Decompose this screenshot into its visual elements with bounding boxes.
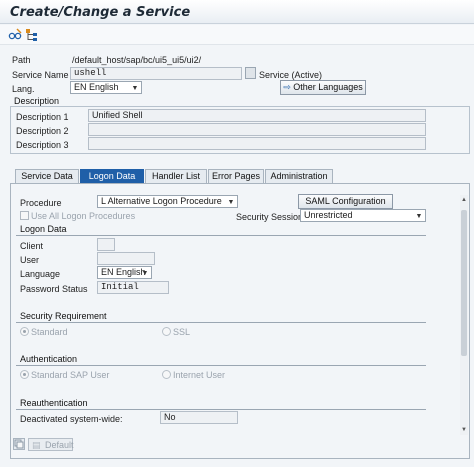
authentication-header: Authentication bbox=[20, 354, 78, 364]
logon-data-header: Logon Data bbox=[20, 224, 67, 234]
password-status-label: Password Status bbox=[20, 284, 88, 294]
path-label: Path bbox=[12, 55, 31, 65]
service-name-field[interactable]: ushell bbox=[70, 67, 242, 80]
user-label: User bbox=[20, 255, 40, 265]
language-select-value: EN English bbox=[101, 267, 146, 277]
deactivated-system-wide-field: No bbox=[160, 411, 238, 424]
description-3-field[interactable] bbox=[88, 137, 426, 150]
chevron-down-icon: ▼ bbox=[131, 85, 139, 92]
arrow-right-icon: ⇨ bbox=[283, 82, 291, 92]
tab-administration[interactable]: Administration bbox=[265, 169, 333, 183]
chevron-down-icon: ▼ bbox=[415, 213, 423, 220]
copy-icon[interactable] bbox=[13, 438, 25, 450]
security-session-label: Security Session: bbox=[236, 212, 306, 222]
chevron-down-icon: ▼ bbox=[227, 199, 235, 206]
window-title: Create/Change a Service bbox=[10, 5, 191, 20]
toolbar bbox=[0, 25, 474, 45]
client-field[interactable] bbox=[97, 238, 115, 251]
standard-radio-label: Standard bbox=[31, 327, 68, 337]
standard-radio[interactable] bbox=[20, 327, 29, 336]
tab-error-pages[interactable]: Error Pages bbox=[208, 169, 264, 183]
chevron-down-icon: ▼ bbox=[141, 270, 149, 277]
lang-select[interactable]: EN English ▼ bbox=[70, 81, 142, 94]
security-session-select[interactable]: Unrestricted ▼ bbox=[300, 209, 426, 222]
tab-service-data[interactable]: Service Data bbox=[15, 169, 79, 183]
deactivated-system-wide-label: Deactivated system-wide: bbox=[20, 414, 123, 424]
search-help-icon[interactable] bbox=[245, 67, 256, 79]
document-icon: ▤ bbox=[32, 440, 41, 450]
security-session-select-value: Unrestricted bbox=[304, 210, 353, 220]
service-status: Service (Active) bbox=[259, 70, 323, 80]
procedure-select-value: L Alternative Logon Procedure bbox=[101, 196, 222, 206]
description-3-label: Description 3 bbox=[16, 140, 69, 150]
ssl-radio[interactable] bbox=[162, 327, 171, 336]
client-label: Client bbox=[20, 241, 44, 251]
use-all-logon-procedures-label: Use All Logon Procedures bbox=[31, 211, 136, 221]
internet-user-label: Internet User bbox=[173, 370, 226, 380]
description-2-label: Description 2 bbox=[16, 126, 69, 136]
ssl-radio-label: SSL bbox=[173, 327, 191, 337]
standard-sap-user-radio[interactable] bbox=[20, 370, 29, 379]
hierarchy-icon[interactable] bbox=[25, 28, 39, 42]
lang-select-value: EN English bbox=[74, 82, 119, 92]
procedure-label: Procedure bbox=[20, 198, 62, 208]
security-requirement-divider bbox=[16, 322, 426, 323]
lang-label: Lang. bbox=[12, 84, 35, 94]
tab-handler-list[interactable]: Handler List bbox=[145, 169, 207, 183]
reauthentication-divider bbox=[16, 409, 426, 410]
description-1-label: Description 1 bbox=[16, 112, 69, 122]
scrollbar-thumb[interactable] bbox=[461, 210, 467, 356]
password-status-field: Initial bbox=[97, 281, 169, 294]
scroll-down-icon[interactable]: ▼ bbox=[461, 426, 467, 434]
default-button[interactable]: ▤ Default bbox=[28, 438, 74, 451]
scroll-up-icon[interactable]: ▲ bbox=[461, 196, 467, 204]
security-requirement-header: Security Requirement bbox=[20, 311, 107, 321]
standard-sap-user-label: Standard SAP User bbox=[31, 370, 110, 380]
authentication-divider bbox=[16, 365, 426, 366]
other-languages-button[interactable]: ⇨ Other Languages bbox=[280, 80, 366, 95]
description-1-field[interactable]: Unified Shell bbox=[88, 109, 426, 122]
language-select[interactable]: EN English ▼ bbox=[97, 266, 152, 279]
path-value: /default_host/sap/bc/ui5_ui5/ui2/ bbox=[72, 55, 202, 65]
internet-user-radio[interactable] bbox=[162, 370, 171, 379]
reauthentication-header: Reauthentication bbox=[20, 398, 88, 408]
tab-logon-data[interactable]: Logon Data bbox=[80, 169, 144, 183]
language-label: Language bbox=[20, 269, 61, 279]
service-name-label: Service Name bbox=[12, 70, 69, 80]
user-field[interactable] bbox=[97, 252, 155, 265]
procedure-select[interactable]: L Alternative Logon Procedure ▼ bbox=[97, 195, 238, 208]
use-all-logon-procedures-checkbox[interactable] bbox=[20, 211, 29, 220]
description-2-field[interactable] bbox=[88, 123, 426, 136]
saml-configuration-button[interactable]: SAML Configuration bbox=[298, 194, 393, 209]
logon-data-divider bbox=[16, 235, 426, 236]
glasses-edit-icon[interactable] bbox=[8, 28, 22, 42]
default-button-label: Default bbox=[45, 440, 74, 450]
